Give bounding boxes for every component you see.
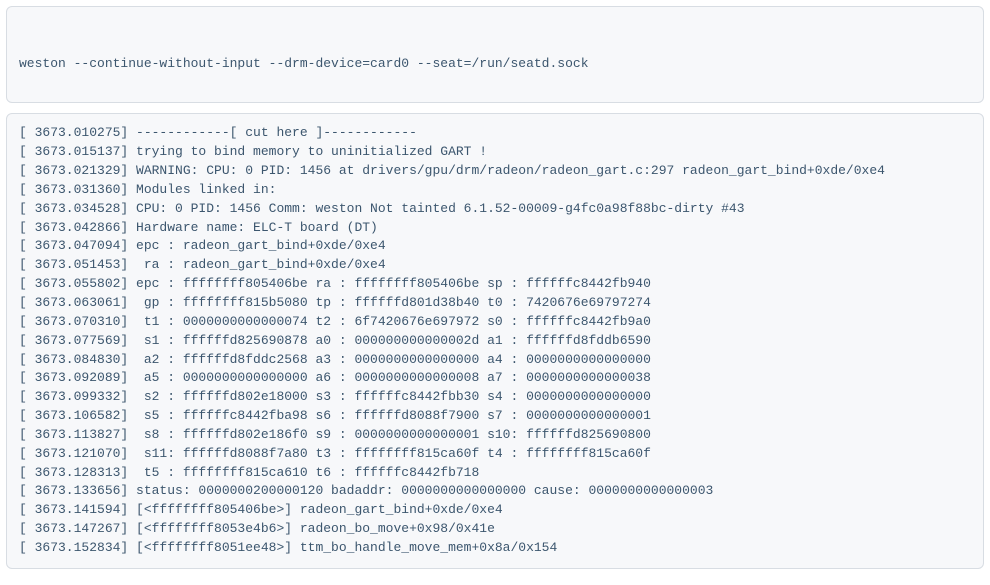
log-line: [ 3673.133656] status: 0000000200000120 …: [19, 482, 971, 501]
log-line: [ 3673.077569] s1 : ffffffd825690878 a0 …: [19, 332, 971, 351]
log-line: [ 3673.047094] epc : radeon_gart_bind+0x…: [19, 237, 971, 256]
log-line: [ 3673.121070] s11: ffffffd8088f7a80 t3 …: [19, 445, 971, 464]
log-line: [ 3673.092089] a5 : 0000000000000000 a6 …: [19, 369, 971, 388]
log-line: [ 3673.084830] a2 : ffffffd8fddc2568 a3 …: [19, 351, 971, 370]
log-line: [ 3673.070310] t1 : 0000000000000074 t2 …: [19, 313, 971, 332]
log-line: [ 3673.063061] gp : ffffffff815b5080 tp …: [19, 294, 971, 313]
log-line: [ 3673.021329] WARNING: CPU: 0 PID: 1456…: [19, 162, 971, 181]
command-block: weston --continue-without-input --drm-de…: [6, 6, 984, 103]
log-line: [ 3673.141594] [<ffffffff805406be>] rade…: [19, 501, 971, 520]
log-line: [ 3673.055802] epc : ffffffff805406be ra…: [19, 275, 971, 294]
log-line: [ 3673.034528] CPU: 0 PID: 1456 Comm: we…: [19, 200, 971, 219]
log-line: [ 3673.128313] t5 : ffffffff815ca610 t6 …: [19, 464, 971, 483]
log-line: [ 3673.051453] ra : radeon_gart_bind+0xd…: [19, 256, 971, 275]
log-line: [ 3673.031360] Modules linked in:: [19, 181, 971, 200]
log-line: [ 3673.152834] [<ffffffff8051ee48>] ttm_…: [19, 539, 971, 558]
log-line: [ 3673.147267] [<ffffffff8053e4b6>] rade…: [19, 520, 971, 539]
log-line: [ 3673.113827] s8 : ffffffd802e186f0 s9 …: [19, 426, 971, 445]
log-line: [ 3673.106582] s5 : ffffffc8442fba98 s6 …: [19, 407, 971, 426]
log-line: [ 3673.042866] Hardware name: ELC-T boar…: [19, 219, 971, 238]
log-line: [ 3673.015137] trying to bind memory to …: [19, 143, 971, 162]
command-line: weston --continue-without-input --drm-de…: [19, 55, 971, 74]
kernel-log-block: [ 3673.010275] ------------[ cut here ]-…: [6, 113, 984, 568]
log-line: [ 3673.010275] ------------[ cut here ]-…: [19, 124, 971, 143]
log-line: [ 3673.099332] s2 : ffffffd802e18000 s3 …: [19, 388, 971, 407]
